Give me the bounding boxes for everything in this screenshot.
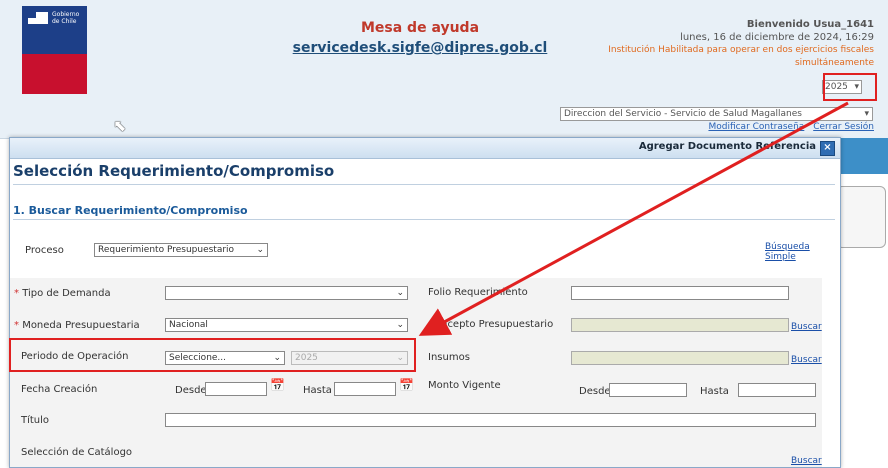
modal-caption: Agregar Documento Referencia bbox=[638, 141, 816, 152]
busqueda-simple-link[interactable]: Búsqueda Simple bbox=[765, 242, 840, 262]
calendar-icon[interactable]: 📅 bbox=[270, 378, 285, 392]
section-title: 1. Buscar Requerimiento/Compromiso bbox=[13, 204, 248, 217]
year-highlight-box bbox=[823, 73, 877, 101]
form-panel bbox=[10, 278, 822, 467]
welcome-block: Bienvenido Usua_1641 lunes, 16 de diciem… bbox=[608, 18, 874, 70]
mouse-pointer-icon: ⬉ bbox=[113, 116, 127, 135]
monto-desde-input[interactable] bbox=[609, 383, 687, 397]
title-divider bbox=[13, 184, 835, 185]
folio-label: Folio Requerimiento bbox=[428, 287, 528, 298]
monto-hasta-label: Hasta bbox=[700, 386, 729, 397]
insumos-input bbox=[571, 351, 789, 365]
catalogo-buscar-link[interactable]: Buscar bbox=[791, 456, 822, 466]
welcome-user: Bienvenido Usua_1641 bbox=[746, 19, 874, 30]
required-mark: * bbox=[14, 320, 19, 331]
moneda-value: Nacional bbox=[169, 320, 208, 330]
service-value: Direccion del Servicio - Servicio de Sal… bbox=[564, 109, 802, 119]
catalogo-label: Selección de Catálogo bbox=[21, 447, 133, 458]
chevron-down-icon: ⌄ bbox=[256, 245, 264, 255]
modal-dialog: Agregar Documento Referencia × Selección… bbox=[9, 137, 841, 468]
folio-input[interactable] bbox=[571, 286, 789, 300]
service-select[interactable]: Direccion del Servicio - Servicio de Sal… bbox=[560, 107, 873, 121]
help-desk-email-link[interactable]: servicedesk.sigfe@dipres.gob.cl bbox=[285, 40, 555, 56]
chevron-down-icon: ▾ bbox=[864, 108, 869, 120]
logout-link[interactable]: Cerrar Sesión bbox=[813, 122, 874, 132]
concepto-input bbox=[571, 318, 789, 332]
periodo-highlight-box bbox=[9, 338, 416, 372]
tipo-demanda-select[interactable]: ⌄ bbox=[165, 286, 408, 300]
section-divider bbox=[13, 219, 835, 220]
chevron-down-icon: ⌄ bbox=[396, 288, 404, 298]
monto-desde-label: Desde bbox=[579, 386, 611, 397]
calendar-icon[interactable]: 📅 bbox=[399, 378, 414, 392]
insumos-buscar-link[interactable]: Buscar bbox=[791, 355, 822, 365]
proceso-select[interactable]: Requerimiento Presupuestario ⌄ bbox=[94, 243, 268, 257]
background-panel bbox=[836, 186, 886, 248]
user-links: Modificar Contraseña Cerrar Sesión bbox=[702, 122, 874, 132]
titulo-input[interactable] bbox=[165, 413, 816, 427]
close-icon[interactable]: × bbox=[820, 141, 835, 156]
fecha-creacion-label: Fecha Creación bbox=[21, 384, 98, 395]
tipo-demanda-label: * Tipo de Demanda bbox=[14, 288, 111, 299]
concepto-buscar-link[interactable]: Buscar bbox=[791, 322, 822, 332]
concepto-label: Concepto Presupuestario bbox=[428, 319, 554, 330]
current-date: lunes, 16 de diciembre de 2024, 16:29 bbox=[680, 32, 874, 43]
titulo-label: Título bbox=[21, 415, 50, 426]
institution-note-2: simultáneamente bbox=[794, 58, 874, 68]
proceso-label: Proceso bbox=[25, 245, 64, 256]
required-mark: * bbox=[14, 288, 19, 299]
fecha-desde-label: Desde bbox=[175, 385, 207, 396]
monto-hasta-input[interactable] bbox=[738, 383, 816, 397]
proceso-value: Requerimiento Presupuestario bbox=[98, 245, 235, 255]
modal-titlebar: Agregar Documento Referencia × bbox=[10, 138, 840, 159]
page-title: Selección Requerimiento/Compromiso bbox=[13, 162, 335, 180]
fecha-hasta-input[interactable] bbox=[334, 382, 396, 396]
moneda-select[interactable]: Nacional ⌄ bbox=[165, 318, 408, 332]
chevron-down-icon: ⌄ bbox=[396, 320, 404, 330]
fecha-hasta-label: Hasta bbox=[303, 385, 332, 396]
page-header: Gobierno de Chile Mesa de ayuda serviced… bbox=[0, 0, 888, 139]
monto-vigente-label: Monto Vigente bbox=[428, 380, 501, 391]
insumos-label: Insumos bbox=[428, 352, 470, 363]
moneda-label: * Moneda Presupuestaria bbox=[14, 320, 140, 331]
help-desk-title: Mesa de ayuda bbox=[360, 20, 480, 36]
gobierno-logo: Gobierno de Chile bbox=[22, 6, 87, 94]
institution-note: Institución Habilitada para operar en do… bbox=[608, 45, 874, 55]
logo-text: Gobierno de Chile bbox=[52, 11, 80, 25]
change-password-link[interactable]: Modificar Contraseña bbox=[708, 122, 804, 132]
fecha-desde-input[interactable] bbox=[205, 382, 267, 396]
